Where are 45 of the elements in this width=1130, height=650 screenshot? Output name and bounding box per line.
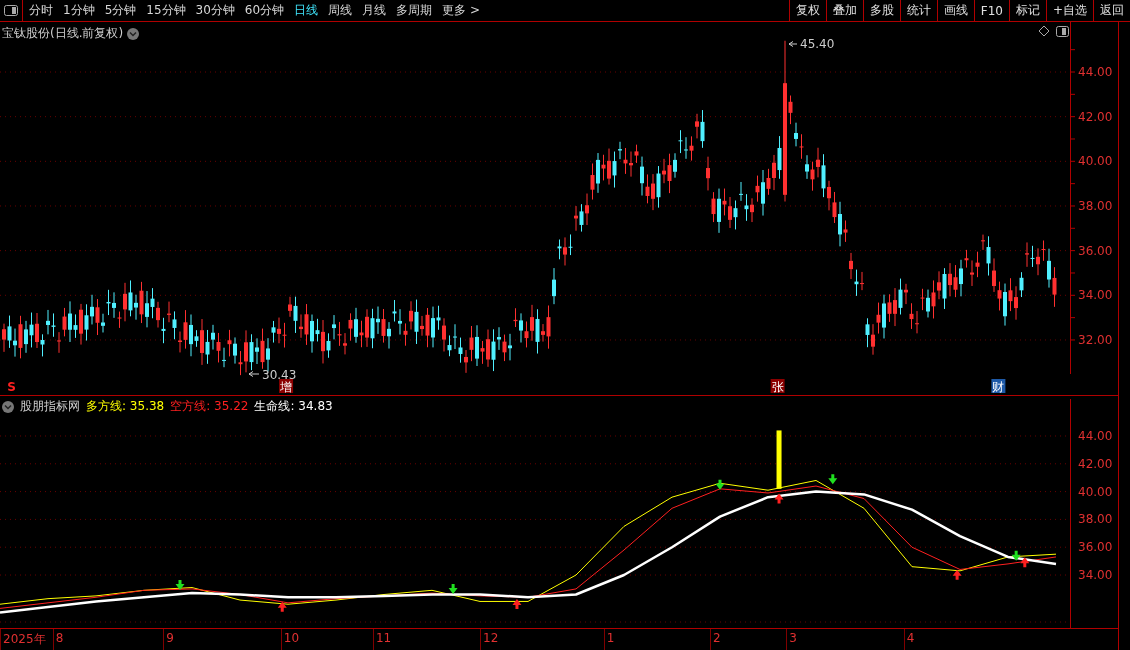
price-label: 45.40 (800, 37, 835, 51)
axis-label: 44.00 (1078, 65, 1113, 79)
date-label: 1 (606, 631, 615, 645)
axis-label: 40.00 (1078, 484, 1113, 499)
period-tab[interactable]: 1分钟 (63, 2, 95, 19)
date-label: 8 (55, 631, 64, 645)
axis-label: 34.00 (1078, 568, 1113, 583)
period-tab[interactable]: 分时 (29, 2, 53, 19)
event-tag[interactable]: 张 (770, 379, 785, 394)
price-label: 30.43 (262, 368, 297, 382)
event-marker[interactable]: S (7, 380, 16, 394)
period-tab[interactable]: 日线 (294, 2, 319, 19)
axis-label: 36.00 (1078, 540, 1113, 555)
axis-label: 42.00 (1078, 456, 1113, 471)
axis-label: 34.00 (1078, 288, 1113, 303)
legend-value: 空方线: 35.22 (170, 398, 249, 415)
event-tag[interactable]: 增 (279, 379, 294, 394)
legend-value: 多方线: 35.38 (86, 398, 165, 415)
date-label: 11 (375, 631, 392, 645)
legend-value: 生命线: 34.83 (254, 398, 333, 415)
axis-label: 38.00 (1078, 199, 1113, 213)
chart-title: 宝钛股份(日线.前复权) (2, 25, 124, 42)
period-tab[interactable]: 60分钟 (244, 2, 285, 19)
axis-label: 32.00 (1078, 332, 1113, 347)
period-tab[interactable]: 15分钟 (146, 2, 186, 19)
period-tab[interactable]: 月线 (362, 2, 387, 19)
date-label: 12 (483, 631, 499, 645)
axis-label: 42.00 (1078, 109, 1113, 124)
period-tab[interactable]: 更多 > (442, 2, 480, 19)
date-label: 9 (166, 631, 174, 645)
axis-label: 38.00 (1078, 512, 1113, 527)
period-tab[interactable]: 多周期 (396, 2, 433, 19)
axis-label: 44.00 (1078, 429, 1113, 443)
date-label: 3 (789, 631, 797, 645)
period-tab[interactable]: 周线 (328, 2, 353, 19)
axis-label: 40.00 (1078, 154, 1113, 169)
period-tab[interactable]: 30分钟 (195, 2, 235, 19)
date-label: 10 (283, 631, 300, 645)
axis-label: 36.00 (1078, 243, 1113, 258)
period-tab[interactable]: 5分钟 (104, 2, 137, 19)
event-tag[interactable]: 财 (991, 379, 1006, 394)
date-label: 2 (712, 631, 721, 645)
indicator-name: 股朋指标网 (20, 398, 80, 415)
date-label: 2025年 (3, 631, 46, 648)
date-label: 4 (906, 631, 915, 645)
